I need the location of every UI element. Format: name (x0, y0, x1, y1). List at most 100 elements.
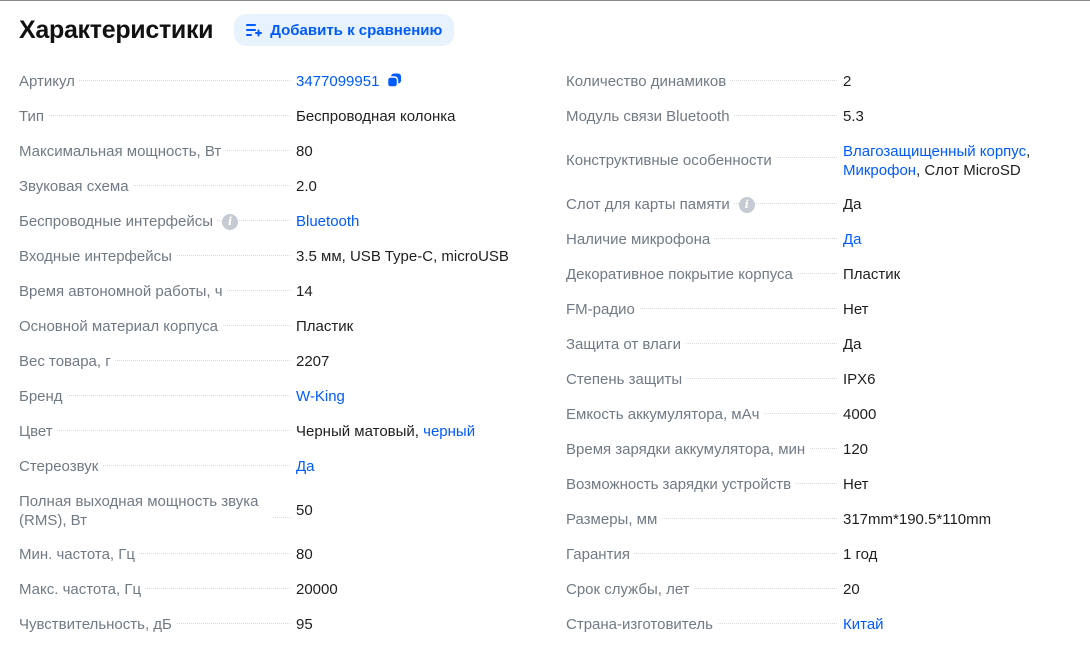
spec-label: Бренд (19, 387, 67, 406)
spec-value-link[interactable]: черный (423, 423, 475, 440)
spec-label-cell: Артикул (19, 72, 296, 91)
spec-label-cell: Емкость аккумулятора, мАч (566, 405, 843, 424)
spec-label-cell: FM-радио (566, 300, 843, 319)
spec-value-link[interactable]: Микрофон (843, 162, 916, 179)
spec-value-text: , Слот MicroSD (916, 161, 1021, 179)
spec-label: Макс. частота, Гц (19, 580, 146, 599)
spec-label-cell: Слот для карты памяти i (566, 195, 843, 214)
spec-value-link[interactable]: Да (843, 231, 862, 248)
spec-label: Гарантия (566, 545, 634, 564)
spec-label-cell: Стереозвук (19, 457, 296, 476)
spec-value: Влагозащищенный корпус, Микрофон, Слот M… (843, 142, 1043, 180)
spec-label: Мин. частота, Гц (19, 545, 139, 564)
spec-value-text: 317mm*190.5*110mm (843, 511, 992, 528)
spec-row: Модуль связи Bluetooth 5.3 (566, 99, 1066, 134)
spec-value-text: Нет (843, 476, 869, 493)
spec-value-link[interactable]: 3477099951 (296, 73, 379, 90)
spec-value-text: , (1026, 142, 1031, 160)
spec-row: Основной материал корпуса Пластик (19, 309, 534, 344)
spec-label: Время зарядки аккумулятора, мин (566, 440, 810, 459)
spec-label: Артикул (19, 72, 79, 91)
spec-row: Срок службы, лет 20 (566, 572, 1066, 607)
spec-label: Основной материал корпуса (19, 317, 222, 336)
spec-value-text: 80 (296, 546, 313, 563)
spec-value: 5.3 (843, 107, 864, 126)
spec-value: Нет (843, 475, 869, 494)
spec-value: 14 (296, 282, 313, 301)
spec-value-text: 80 (296, 143, 313, 160)
info-icon[interactable]: i (222, 213, 239, 230)
spec-value: 120 (843, 440, 868, 459)
spec-value: 3477099951 (296, 72, 402, 91)
spec-label: Защита от влаги (566, 335, 685, 354)
spec-value: 4000 (843, 405, 876, 424)
spec-row: Страна-изготовитель Китай (566, 607, 1066, 642)
spec-label-cell: Мин. частота, Гц (19, 545, 296, 564)
spec-value-link[interactable]: Китай (843, 616, 884, 633)
spec-label-cell: Макс. частота, Гц (19, 580, 296, 599)
spec-row: Звуковая схема 2.0 (19, 169, 534, 204)
spec-row: Максимальная мощность, Вт 80 (19, 134, 534, 169)
spec-value-text: Беспроводная колонка (296, 108, 456, 125)
spec-value-text: 120 (843, 441, 869, 458)
spec-row: Бренд W-King (19, 379, 534, 414)
add-to-compare-label: Добавить к сравнению (270, 21, 443, 39)
spec-value: 2.0 (296, 177, 317, 196)
spec-value: 1 год (843, 545, 877, 564)
spec-label: Звуковая схема (19, 177, 133, 196)
spec-value: Да (843, 230, 862, 249)
spec-value-text: 14 (296, 283, 313, 300)
spec-row: Наличие микрофона Да (566, 222, 1066, 257)
spec-label-cell: Количество динамиков (566, 72, 843, 91)
spec-label-cell: Полная выходная мощность звука (RMS), Вт (19, 491, 296, 530)
spec-label-cell: Основной материал корпуса (19, 317, 296, 336)
spec-row: Стереозвук Да (19, 449, 534, 484)
spec-value: Китай (843, 615, 884, 634)
spec-row: Количество динамиков 2 (566, 64, 1066, 99)
copy-icon[interactable] (387, 73, 402, 88)
spec-value-link[interactable]: W-King (296, 388, 345, 405)
spec-value: Черный матовый, черный (296, 422, 475, 441)
spec-label-cell: Защита от влаги (566, 335, 843, 354)
add-to-compare-button[interactable]: Добавить к сравнению (234, 14, 455, 46)
spec-label: Цвет (19, 422, 57, 441)
spec-row: Размеры, мм 317mm*190.5*110mm (566, 502, 1066, 537)
spec-row: Гарантия 1 год (566, 537, 1066, 572)
spec-value-link[interactable]: Bluetooth (296, 213, 359, 230)
spec-value: IPX6 (843, 370, 876, 389)
spec-label-cell: Декоративное покрытие корпуса (566, 265, 843, 284)
spec-label-cell: Время автономной работы, ч (19, 282, 296, 301)
spec-label: Вес товара, г (19, 352, 115, 371)
spec-value: 80 (296, 545, 313, 564)
spec-label: Чувствительность, дБ (19, 615, 176, 634)
spec-label: Декоративное покрытие корпуса (566, 265, 797, 284)
specs-column-right: Количество динамиков 2 Модуль связи Blueto… (566, 64, 1066, 642)
spec-label-cell: Конструктивные особенности (566, 151, 843, 170)
spec-value: Нет (843, 300, 869, 319)
spec-value-link[interactable]: Влагозащищенный корпус (843, 143, 1026, 160)
info-icon[interactable]: i (738, 196, 755, 213)
spec-label: Количество динамиков (566, 72, 731, 91)
spec-label: Срок службы, лет (566, 580, 694, 599)
spec-value-text: 3.5 мм, USB Type-C, microUSB (296, 248, 509, 265)
spec-value-text: 2.0 (296, 178, 317, 195)
spec-value: Пластик (843, 265, 900, 284)
spec-value: 2 (843, 72, 851, 91)
spec-row: FM-радио Нет (566, 292, 1066, 327)
spec-value-text: 5.3 (843, 108, 864, 125)
spec-value-text: IPX6 (843, 371, 876, 388)
spec-value-text: 20 (843, 581, 860, 598)
spec-label: Входные интерфейсы (19, 247, 176, 266)
spec-value-text: 20000 (296, 581, 338, 598)
spec-value: 3.5 мм, USB Type-C, microUSB (296, 247, 509, 266)
spec-value: Да (296, 457, 315, 476)
spec-value-link[interactable]: Да (296, 458, 315, 475)
spec-value-text: 50 (296, 502, 313, 519)
spec-value: 20 (843, 580, 860, 599)
spec-row: Емкость аккумулятора, мАч 4000 (566, 397, 1066, 432)
spec-row: Декоративное покрытие корпуса Пластик (566, 257, 1066, 292)
spec-label-cell: Максимальная мощность, Вт (19, 142, 296, 161)
spec-label: Степень защиты (566, 370, 687, 389)
specs-column-left: Артикул 3477099951 Тип Беспроводная колонка… (19, 64, 534, 642)
spec-value-text: 95 (296, 616, 313, 633)
